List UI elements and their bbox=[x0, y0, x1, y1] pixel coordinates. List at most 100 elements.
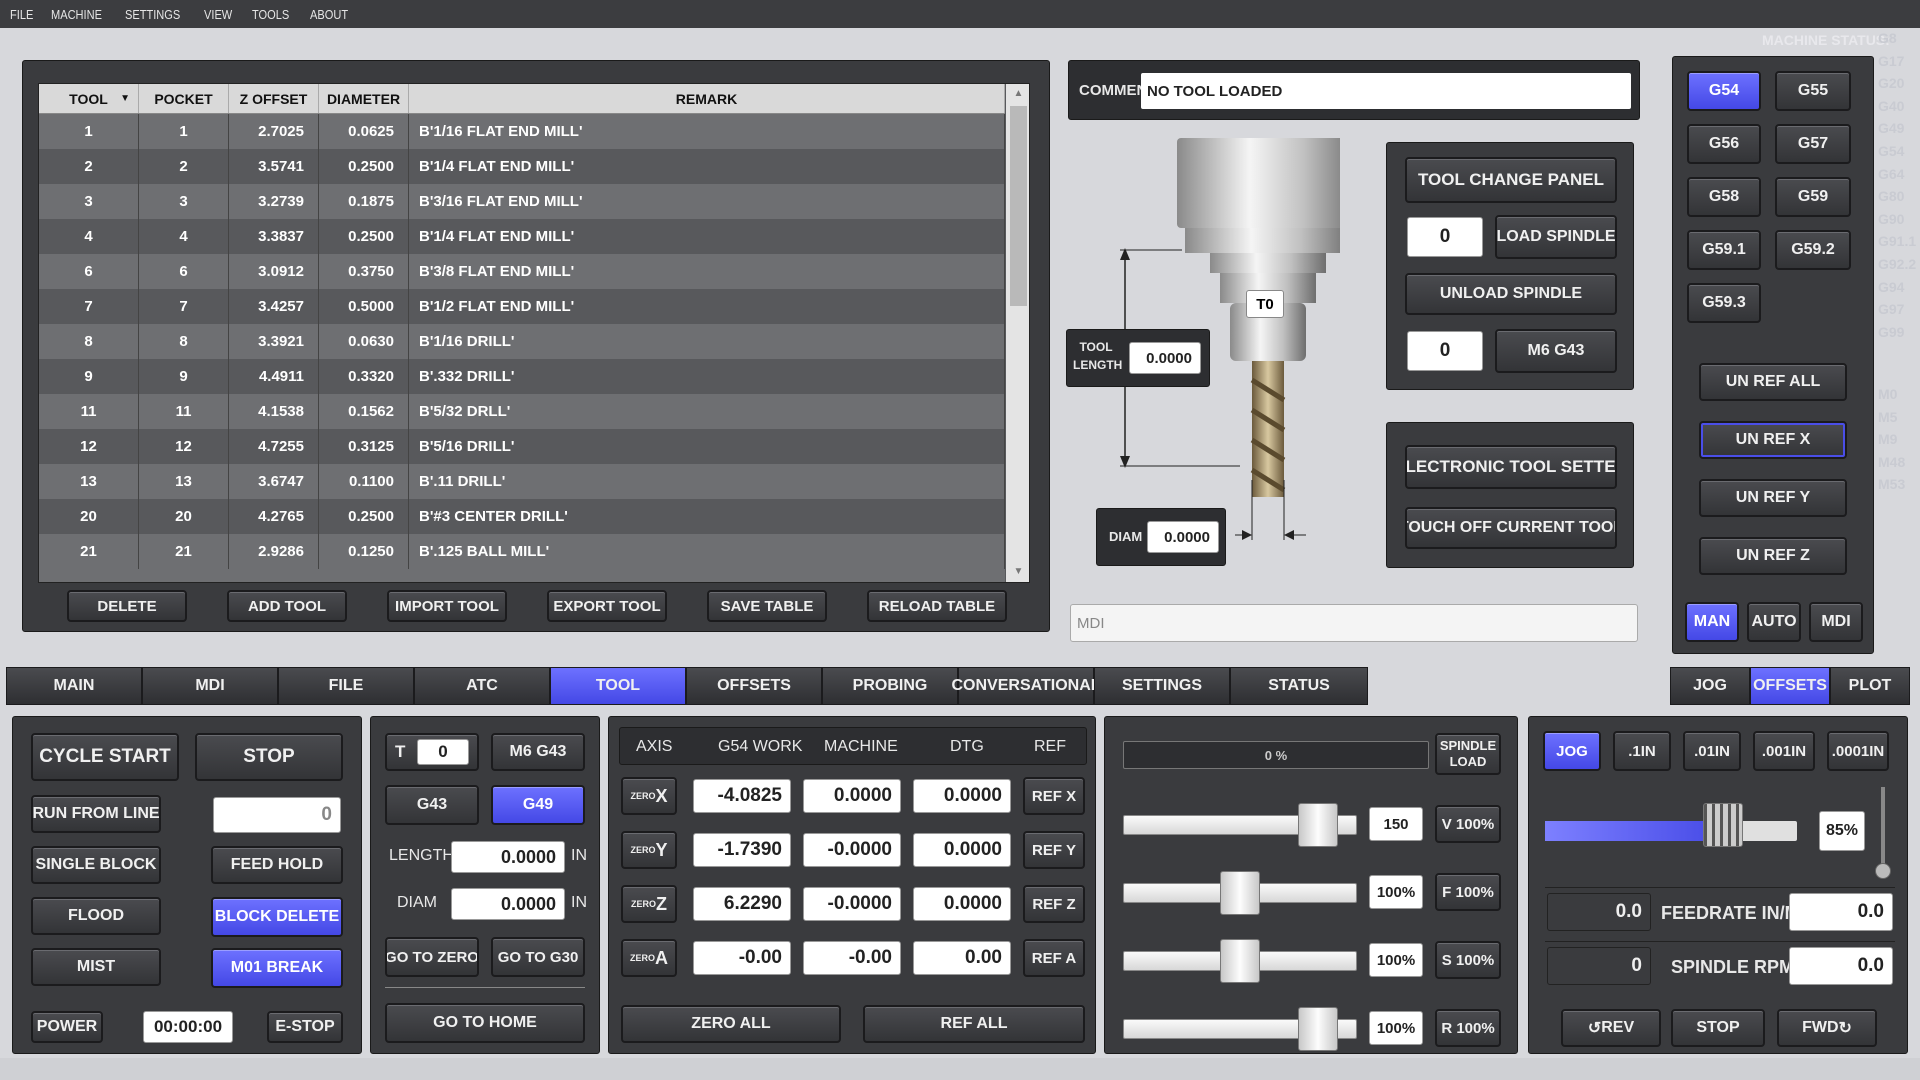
table-row[interactable]: 4 4 3.3837 0.2500 B'1/4 FLAT END MILL' bbox=[39, 219, 1005, 254]
zero-x-button[interactable]: ZERO X bbox=[621, 777, 677, 815]
m01-break-button[interactable]: M01 BREAK bbox=[211, 948, 343, 988]
mode-man-button[interactable]: MAN bbox=[1685, 602, 1739, 642]
override-reset-button[interactable]: R 100% bbox=[1435, 1009, 1501, 1047]
zero-all-button[interactable]: ZERO ALL bbox=[621, 1005, 841, 1043]
add-tool-button[interactable]: ADD TOOL bbox=[227, 590, 347, 622]
zero-z-button[interactable]: ZERO Z bbox=[621, 885, 677, 923]
table-row[interactable]: 1 1 2.7025 0.0625 B'1/16 FLAT END MILL' bbox=[39, 114, 1005, 149]
ref-z-button[interactable]: REF Z bbox=[1023, 885, 1085, 923]
menu-tools[interactable]: TOOLS bbox=[252, 7, 289, 22]
g49-button[interactable]: G49 bbox=[491, 785, 585, 825]
jog-increment-button[interactable]: .1IN bbox=[1613, 731, 1671, 771]
run-from-line-input[interactable]: 0 bbox=[213, 797, 341, 833]
table-row[interactable]: 9 9 4.4911 0.3320 B'.332 DRILL' bbox=[39, 359, 1005, 394]
vertical-slider-knob[interactable] bbox=[1875, 863, 1891, 879]
save-table-button[interactable]: SAVE TABLE bbox=[707, 590, 827, 622]
ref-a-button[interactable]: REF A bbox=[1023, 939, 1085, 977]
table-row[interactable]: 8 8 3.3921 0.0630 B'1/16 DRILL' bbox=[39, 324, 1005, 359]
mdi-input[interactable]: MDI bbox=[1070, 604, 1638, 642]
wcs-g56[interactable]: G56 bbox=[1687, 124, 1761, 164]
jog-increment-button[interactable]: .01IN bbox=[1683, 731, 1741, 771]
menu-view[interactable]: VIEW bbox=[204, 7, 232, 22]
flood-button[interactable]: FLOOD bbox=[31, 897, 161, 935]
table-row[interactable]: 21 21 2.9286 0.1250 B'.125 BALL MILL' bbox=[39, 534, 1005, 569]
col-zoffset[interactable]: Z OFFSET bbox=[229, 84, 319, 113]
ref-all-button[interactable]: REF ALL bbox=[863, 1005, 1085, 1043]
col-tool[interactable]: TOOL ▼ bbox=[39, 84, 139, 113]
go-to-home-button[interactable]: GO TO HOME bbox=[385, 1003, 585, 1043]
m6-g43-quick-button[interactable]: M6 G43 bbox=[491, 733, 585, 771]
scroll-up-icon[interactable]: ▲ bbox=[1006, 88, 1029, 99]
table-row[interactable]: 12 12 4.7255 0.3125 B'5/16 DRILL' bbox=[39, 429, 1005, 464]
tab-file[interactable]: FILE bbox=[278, 667, 414, 705]
unref-all-button[interactable]: UN REF ALL bbox=[1699, 363, 1847, 401]
spindle-stop-button[interactable]: STOP bbox=[1671, 1009, 1765, 1047]
table-row[interactable]: 2 2 3.5741 0.2500 B'1/4 FLAT END MILL' bbox=[39, 149, 1005, 184]
tab-mdi[interactable]: MDI bbox=[142, 667, 278, 705]
m6-g43-button[interactable]: M6 G43 bbox=[1495, 329, 1617, 373]
cycle-start-button[interactable]: CYCLE START bbox=[31, 733, 179, 781]
right-tab-jog[interactable]: JOG bbox=[1670, 667, 1750, 705]
menu-settings[interactable]: SETTINGS bbox=[125, 7, 180, 22]
menu-machine[interactable]: MACHINE bbox=[51, 7, 102, 22]
stop-button[interactable]: STOP bbox=[195, 733, 343, 781]
export-tool-button[interactable]: EXPORT TOOL bbox=[547, 590, 667, 622]
wcs-g59-2[interactable]: G59.2 bbox=[1775, 230, 1851, 270]
jog-speed-knob[interactable] bbox=[1703, 803, 1744, 847]
right-tab-plot[interactable]: PLOT bbox=[1830, 667, 1910, 705]
import-tool-button[interactable]: IMPORT TOOL bbox=[387, 590, 507, 622]
tab-main[interactable]: MAIN bbox=[6, 667, 142, 705]
unref-z-button[interactable]: UN REF Z bbox=[1699, 537, 1847, 575]
block-delete-button[interactable]: BLOCK DELETE bbox=[211, 897, 343, 937]
menu-file[interactable]: FILE bbox=[10, 7, 33, 22]
wcs-g54[interactable]: G54 bbox=[1687, 71, 1761, 111]
estop-button[interactable]: E-STOP bbox=[267, 1011, 343, 1043]
col-pocket[interactable]: POCKET bbox=[139, 84, 229, 113]
g43-button[interactable]: G43 bbox=[385, 785, 479, 825]
reload-table-button[interactable]: RELOAD TABLE bbox=[867, 590, 1007, 622]
tab-settings[interactable]: SETTINGS bbox=[1094, 667, 1230, 705]
menu-about[interactable]: ABOUT bbox=[310, 7, 348, 22]
right-tab-offsets[interactable]: OFFSETS bbox=[1750, 667, 1830, 705]
t-number-input[interactable]: 0 bbox=[417, 739, 469, 765]
table-row[interactable]: 3 3 3.2739 0.1875 B'3/16 FLAT END MILL' bbox=[39, 184, 1005, 219]
mist-button[interactable]: MIST bbox=[31, 948, 161, 986]
mode-mdi-button[interactable]: MDI bbox=[1809, 602, 1863, 642]
table-row[interactable]: 6 6 3.0912 0.3750 B'3/8 FLAT END MILL' bbox=[39, 254, 1005, 289]
tab-conversational[interactable]: CONVERSATIONAL bbox=[951, 667, 1101, 705]
override-slider-knob[interactable] bbox=[1220, 939, 1260, 983]
col-diameter[interactable]: DIAMETER bbox=[319, 84, 409, 113]
unref-y-button[interactable]: UN REF Y bbox=[1699, 479, 1847, 517]
override-slider-knob[interactable] bbox=[1297, 1007, 1338, 1051]
tool-change-field-1[interactable]: 0 bbox=[1407, 217, 1483, 257]
zero-y-button[interactable]: ZERO Y bbox=[621, 831, 677, 869]
scroll-thumb[interactable] bbox=[1010, 106, 1027, 306]
unload-spindle-button[interactable]: UNLOAD SPINDLE bbox=[1405, 273, 1617, 315]
wcs-g58[interactable]: G58 bbox=[1687, 177, 1761, 217]
go-to-g30-button[interactable]: GO TO G30 bbox=[491, 937, 585, 977]
jog-increment-button[interactable]: .001IN bbox=[1753, 731, 1815, 771]
tool-change-field-2[interactable]: 0 bbox=[1407, 331, 1483, 371]
table-row[interactable]: 13 13 3.6747 0.1100 B'.11 DRILL' bbox=[39, 464, 1005, 499]
spindle-rev-button[interactable]: ↺ REV bbox=[1561, 1009, 1661, 1047]
load-spindle-button[interactable]: LOAD SPINDLE bbox=[1495, 215, 1617, 259]
go-to-zero-button[interactable]: GO TO ZERO bbox=[385, 937, 479, 977]
col-remark[interactable]: REMARK bbox=[409, 84, 1005, 113]
single-block-button[interactable]: SINGLE BLOCK bbox=[31, 846, 161, 884]
tab-offsets[interactable]: OFFSETS bbox=[686, 667, 822, 705]
zero-a-button[interactable]: ZERO A bbox=[621, 939, 677, 977]
jog-increment-button[interactable]: .0001IN bbox=[1827, 731, 1889, 771]
scroll-down-icon[interactable]: ▼ bbox=[1006, 566, 1029, 577]
override-reset-button[interactable]: S 100% bbox=[1435, 941, 1501, 979]
wcs-g59[interactable]: G59 bbox=[1775, 177, 1851, 217]
tab-atc[interactable]: ATC bbox=[414, 667, 550, 705]
touch-off-button[interactable]: TOUCH OFF CURRENT TOOL bbox=[1405, 507, 1617, 549]
override-slider-knob[interactable] bbox=[1220, 871, 1260, 915]
run-from-line-button[interactable]: RUN FROM LINE bbox=[31, 795, 161, 833]
table-row[interactable]: 11 11 4.1538 0.1562 B'5/32 DRLL' bbox=[39, 394, 1005, 429]
delete-button[interactable]: DELETE bbox=[67, 590, 187, 622]
table-row[interactable]: 7 7 3.4257 0.5000 B'1/2 FLAT END MILL' bbox=[39, 289, 1005, 324]
wcs-g57[interactable]: G57 bbox=[1775, 124, 1851, 164]
ref-x-button[interactable]: REF X bbox=[1023, 777, 1085, 815]
jog-speed-track[interactable] bbox=[1545, 803, 1797, 847]
